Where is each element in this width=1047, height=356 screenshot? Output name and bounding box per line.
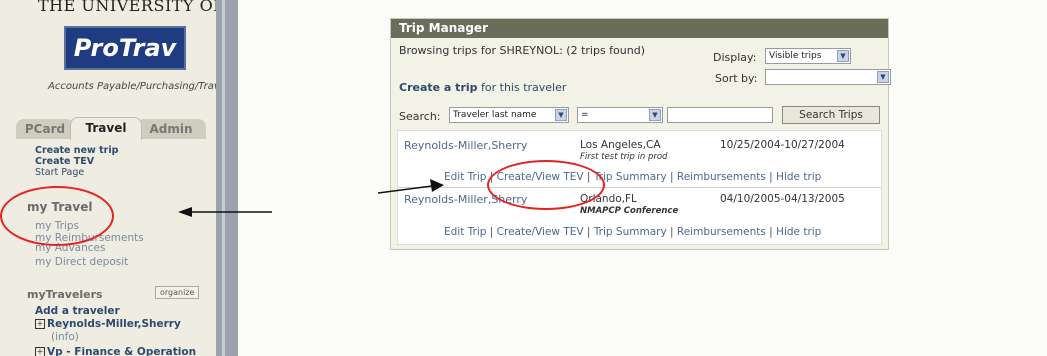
arrow-to-my-trips (178, 207, 272, 217)
annotation-arrows (178, 179, 444, 217)
arrow-to-create-view-tev (377, 179, 444, 194)
